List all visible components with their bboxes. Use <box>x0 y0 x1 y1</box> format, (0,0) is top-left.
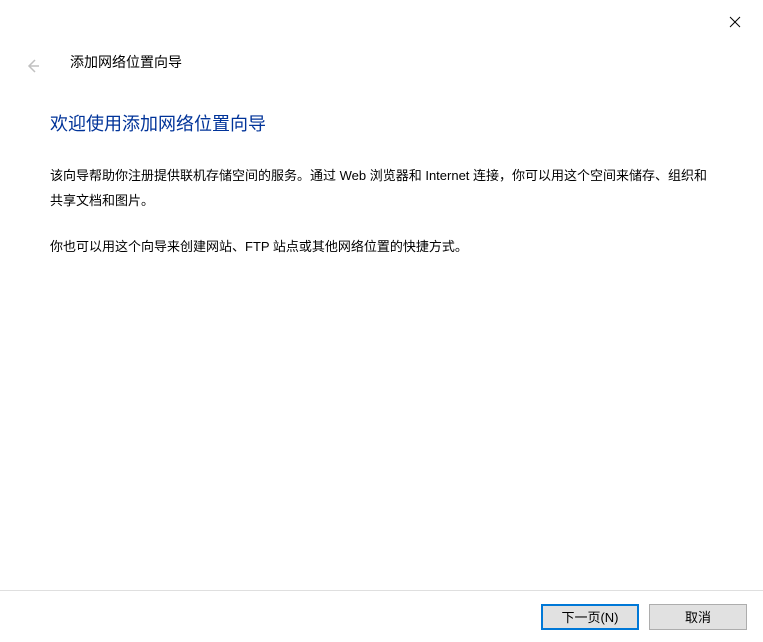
description-paragraph-1: 该向导帮助你注册提供联机存储空间的服务。通过 Web 浏览器和 Internet… <box>50 164 713 213</box>
close-button[interactable] <box>725 12 745 32</box>
footer-bar: 下一页(N) 取消 <box>0 590 763 642</box>
next-button[interactable]: 下一页(N) <box>541 604 639 630</box>
close-icon <box>729 16 741 28</box>
wizard-title: 添加网络位置向导 <box>70 52 182 72</box>
welcome-heading: 欢迎使用添加网络位置向导 <box>50 110 713 136</box>
content-area: 欢迎使用添加网络位置向导 该向导帮助你注册提供联机存储空间的服务。通过 Web … <box>50 110 713 282</box>
back-arrow-icon <box>23 57 41 75</box>
back-button <box>20 54 44 78</box>
cancel-button[interactable]: 取消 <box>649 604 747 630</box>
description-paragraph-2: 你也可以用这个向导来创建网站、FTP 站点或其他网络位置的快捷方式。 <box>50 235 713 260</box>
